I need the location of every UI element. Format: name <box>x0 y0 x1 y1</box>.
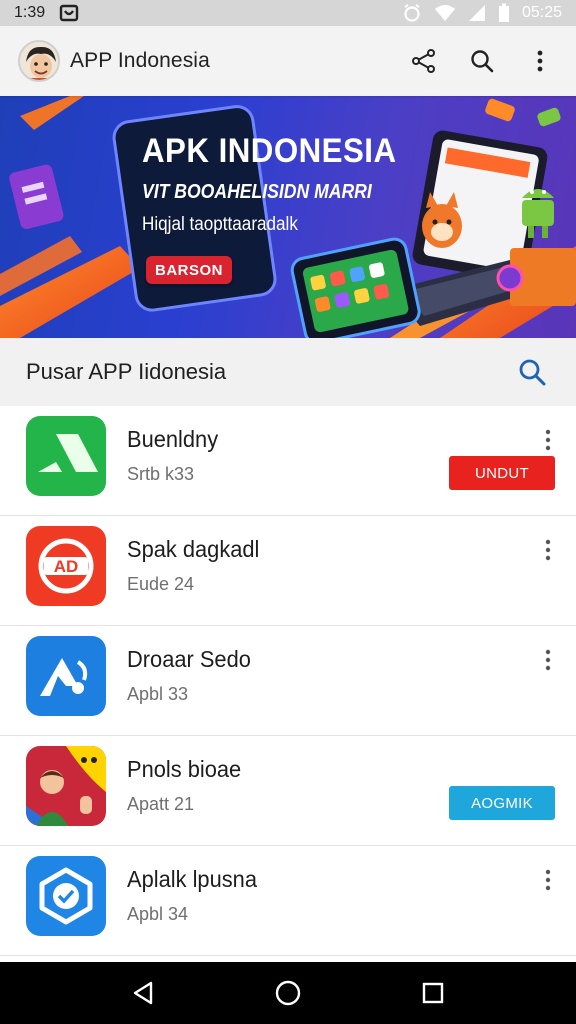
app-bar: APP Indonesia <box>0 26 576 96</box>
more-vert-icon[interactable] <box>522 43 558 79</box>
list-item[interactable]: Aplalk lpusna Apbl 34 <box>0 846 576 956</box>
banner-title: APK INDONESIA <box>142 132 397 170</box>
app-name: Buenldny <box>127 426 219 452</box>
section-title: Pusar APP Iidonesia <box>26 359 227 384</box>
app-name: Droaar Sedo <box>127 646 251 672</box>
promo-banner[interactable]: APK INDONESIA VIT BOOAHELISIDN MARRI Hiq… <box>0 96 576 338</box>
alarm-icon <box>402 3 422 23</box>
list-item[interactable]: AD Spak dagkadl Eude 24 <box>0 516 576 626</box>
app-icon-green <box>26 416 106 496</box>
app-list: Buenldny Srtb k33 UNDUT AD Spak dagkadl … <box>0 406 576 976</box>
search-icon[interactable] <box>464 43 500 79</box>
banner-tagline: Hiqjal taopttaaradalk <box>142 214 298 235</box>
more-vert-icon[interactable] <box>536 536 560 564</box>
list-item[interactable]: Pnols bioae Apatt 21 AOGMIK <box>0 736 576 846</box>
banner-cta-button[interactable]: BARSON <box>146 256 232 284</box>
status-clock: 05:25 <box>521 4 562 21</box>
signal-icon <box>468 4 486 22</box>
section-search-icon[interactable] <box>512 352 552 392</box>
app-title: APP Indonesia <box>70 49 210 72</box>
home-icon[interactable] <box>266 971 310 1015</box>
system-nav-bar <box>0 962 576 1024</box>
status-bar: 1:39 05:25 <box>0 0 576 26</box>
battery-icon <box>498 3 510 23</box>
app-meta: Apbl 33 <box>127 684 189 704</box>
more-vert-icon[interactable] <box>536 646 560 674</box>
download-button[interactable]: UNDUT <box>449 456 555 490</box>
more-vert-icon[interactable] <box>536 866 560 894</box>
section-header: Pusar APP Iidonesia <box>0 338 576 406</box>
app-name: Pnols bioae <box>127 756 242 782</box>
app-meta: Eude 24 <box>127 574 195 594</box>
status-time: 1:39 <box>14 4 46 21</box>
recents-icon[interactable] <box>411 971 455 1015</box>
svg-text:AD: AD <box>54 557 79 576</box>
avatar[interactable] <box>18 40 60 82</box>
app-icon-chat <box>26 856 106 936</box>
wifi-icon <box>434 4 456 22</box>
app-meta: Apbl 34 <box>127 904 189 924</box>
list-item[interactable]: Buenldny Srtb k33 UNDUT <box>0 406 576 516</box>
app-meta: Apatt 21 <box>127 794 195 814</box>
app-icon-blue <box>26 636 106 716</box>
banner-subtitle: VIT BOOAHELISIDN MARRI <box>142 181 372 203</box>
more-vert-icon[interactable] <box>536 426 560 454</box>
notification-icon <box>59 4 79 22</box>
back-icon[interactable] <box>121 971 165 1015</box>
list-item[interactable]: Droaar Sedo Apbl 33 <box>0 626 576 736</box>
app-name: Aplalk lpusna <box>127 866 257 892</box>
share-icon[interactable] <box>406 43 442 79</box>
banner-text: APK INDONESIA VIT BOOAHELISIDN MARRI Hiq… <box>142 132 419 236</box>
app-meta: Srtb k33 <box>127 464 195 484</box>
app-icon-character <box>26 746 106 826</box>
open-button[interactable]: AOGMIK <box>449 786 555 820</box>
app-name: Spak dagkadl <box>127 536 260 562</box>
app-icon-red: AD <box>26 526 106 606</box>
